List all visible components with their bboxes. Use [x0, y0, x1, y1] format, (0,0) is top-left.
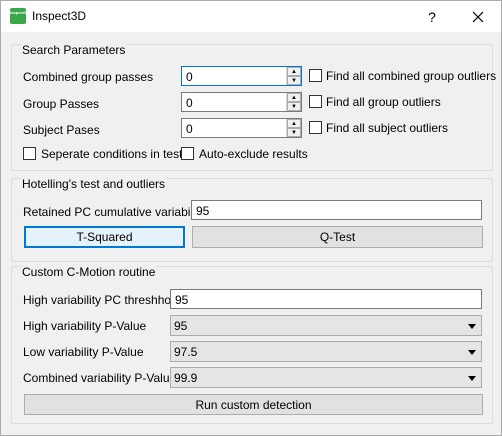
spin-arrows: ▲ ▼ [286, 67, 301, 85]
q-test-button[interactable]: Q-Test [192, 226, 483, 248]
help-button[interactable]: ? [409, 1, 455, 32]
combined-p-value-combo[interactable]: 99.9 [170, 367, 482, 388]
custom-cmotion-group: Custom C-Motion routine High variability… [11, 265, 493, 424]
spin-arrows: ▲ ▼ [286, 119, 301, 137]
spin-down-arrow-icon[interactable]: ▼ [287, 76, 301, 85]
combined-group-passes-spinbox[interactable]: 0 ▲ ▼ [181, 66, 302, 86]
close-icon [472, 11, 484, 22]
high-p-value-label: High variability P-Value [23, 319, 147, 333]
low-p-value-combo[interactable]: 97.5 [170, 341, 482, 362]
low-p-value-label: Low variability P-Value [23, 345, 144, 359]
hotelling-title: Hotelling's test and outliers [21, 177, 167, 191]
combined-p-value-label: Combined variability P-Value [23, 371, 177, 385]
retained-pc-value: 95 [196, 204, 210, 218]
custom-cmotion-title: Custom C-Motion routine [21, 265, 157, 279]
subject-passes-label: Subject Pases [23, 123, 100, 137]
high-p-value-combo[interactable]: 95 [170, 315, 482, 336]
window-title: Inspect3D [32, 9, 87, 23]
run-custom-detection-label: Run custom detection [195, 397, 312, 412]
title-bar[interactable]: Inspect3D Inspect3D ? [1, 1, 501, 32]
high-pc-threshold-input[interactable]: 95 [170, 289, 482, 309]
high-p-value-selected: 95 [174, 319, 188, 333]
find-all-combined-outliers-checkbox[interactable] [309, 69, 322, 82]
hotelling-group: Hotelling's test and outliers Retained P… [11, 177, 493, 262]
find-all-subject-outliers-checkbox[interactable] [309, 121, 322, 134]
run-custom-detection-button[interactable]: Run custom detection [24, 394, 483, 415]
spin-down-arrow-icon[interactable]: ▼ [287, 128, 301, 137]
inspect3d-window: Inspect3D Inspect3D ? Search Parameters … [0, 0, 502, 436]
find-all-group-outliers-checkbox[interactable] [309, 95, 322, 108]
group-passes-label: Group Passes [23, 97, 100, 111]
chevron-down-icon [468, 376, 476, 381]
combined-group-passes-value: 0 [186, 70, 193, 84]
q-test-label: Q-Test [319, 230, 356, 244]
high-pc-threshold-value: 95 [175, 293, 189, 307]
high-pc-threshold-label: High variability PC threshhold [23, 293, 181, 307]
spin-down-arrow-icon[interactable]: ▼ [287, 102, 301, 111]
app-icon-text: Inspect3D [10, 10, 30, 15]
t-squared-button[interactable]: T-Squared [24, 226, 185, 248]
app-icon: Inspect3D [10, 8, 30, 24]
retained-pc-input[interactable]: 95 [191, 200, 482, 220]
spin-up-arrow-icon[interactable]: ▲ [287, 93, 301, 102]
combined-group-passes-label: Combined group passes [23, 70, 154, 84]
retained-pc-label: Retained PC cumulative variability [23, 205, 206, 219]
search-parameters-group: Search Parameters Combined group passes … [11, 43, 497, 171]
spin-up-arrow-icon[interactable]: ▲ [287, 119, 301, 128]
group-passes-spinbox[interactable]: 0 ▲ ▼ [181, 92, 302, 112]
group-passes-value: 0 [186, 96, 193, 110]
find-all-combined-outliers-label: Find all combined group outliers [326, 69, 497, 83]
find-all-subject-outliers-label: Find all subject outliers [326, 121, 449, 135]
subject-passes-value: 0 [186, 122, 193, 136]
low-p-value-selected: 97.5 [174, 345, 198, 359]
auto-exclude-label: Auto-exclude results [199, 147, 308, 161]
chevron-down-icon [468, 350, 476, 355]
separate-conditions-checkbox[interactable] [23, 147, 36, 160]
find-all-group-outliers-label: Find all group outliers [326, 95, 441, 109]
subject-passes-spinbox[interactable]: 0 ▲ ▼ [181, 118, 302, 138]
help-label: ? [428, 8, 436, 25]
auto-exclude-checkbox[interactable] [181, 147, 194, 160]
t-squared-label: T-Squared [76, 230, 133, 244]
close-button[interactable] [455, 1, 501, 32]
separate-conditions-label: Seperate conditions in test [41, 147, 183, 161]
search-parameters-title: Search Parameters [21, 43, 127, 57]
chevron-down-icon [468, 324, 476, 329]
spin-up-arrow-icon[interactable]: ▲ [287, 67, 301, 76]
combined-p-value-selected: 99.9 [174, 371, 198, 385]
spin-arrows: ▲ ▼ [286, 93, 301, 111]
